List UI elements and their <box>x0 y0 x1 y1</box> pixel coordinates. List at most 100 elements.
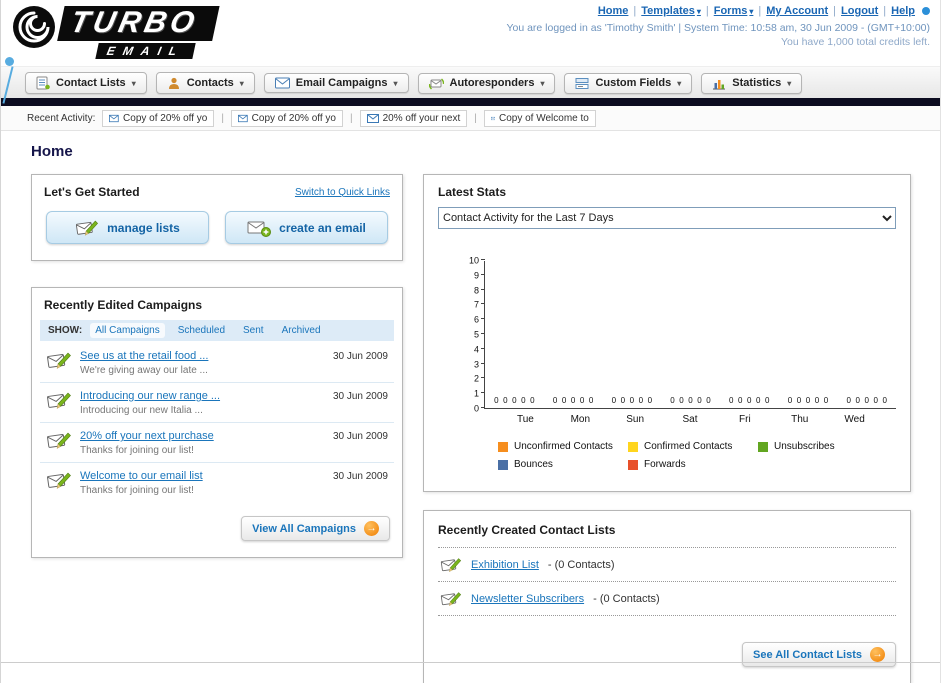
bar-value-label: 0 <box>494 396 499 405</box>
see-all-contact-lists-button[interactable]: See All Contact Lists → <box>741 642 896 667</box>
pencil-envelope-icon <box>440 558 462 573</box>
tab-contact-lists[interactable]: Contact Lists ▾ <box>25 72 147 94</box>
legend-label: Confirmed Contacts <box>644 441 733 452</box>
manage-lists-label: manage lists <box>107 220 180 235</box>
chart-x-label: Fri <box>739 414 751 425</box>
link-separator: | <box>833 5 837 17</box>
stats-activity-select[interactable]: Contact Activity for the Last 7 Days <box>438 207 896 229</box>
legend-label: Forwards <box>644 459 686 470</box>
tab-contacts[interactable]: Contacts ▾ <box>155 72 255 94</box>
session-info: You are logged in as 'Timothy Smith' | S… <box>506 22 930 34</box>
link-logout[interactable]: Logout <box>841 5 878 17</box>
logo-subtitle: EMAIL <box>95 42 197 59</box>
right-column: Latest Stats Contact Activity for the La… <box>423 174 911 683</box>
recent-activity-item[interactable]: Copy of 20% off yo <box>230 109 343 127</box>
campaign-row[interactable]: See us at the retail food ... We're givi… <box>40 343 394 383</box>
campaign-row[interactable]: Introducing our new range ... Introducin… <box>40 383 394 423</box>
legend-label: Unsubscribes <box>774 441 835 452</box>
create-email-button[interactable]: create an email <box>225 211 388 244</box>
bar-value-label: 0 <box>512 396 517 405</box>
contact-list-row[interactable]: Newsletter Subscribers - (0 Contacts) <box>438 582 896 616</box>
bar-value-label: 0 <box>629 396 635 405</box>
contact-list-rows: Exhibition List - (0 Contacts) Newslette… <box>438 547 896 616</box>
manage-lists-button[interactable]: manage lists <box>46 211 209 244</box>
pencil-envelope-icon <box>47 432 71 449</box>
campaign-title-link[interactable]: 20% off your next purchase <box>80 430 325 442</box>
filter-all-campaigns[interactable]: All Campaigns <box>90 323 165 338</box>
chart-y-tick-label: 9 <box>473 270 479 281</box>
contact-list-link[interactable]: Exhibition List <box>471 559 539 571</box>
chart-y-tick-label: 1 <box>473 388 479 399</box>
campaign-date: 30 Jun 2009 <box>332 471 388 482</box>
envelope-icon <box>490 116 495 120</box>
chart-x-label: Mon <box>570 414 591 425</box>
chip-separator: | <box>474 112 477 124</box>
chart-y-tick-label: 7 <box>473 299 479 310</box>
recent-activity-item[interactable]: Copy of Welcome to <box>483 109 596 127</box>
turbo-email-logo[interactable]: TURBO EMAIL <box>11 4 220 59</box>
campaign-title-link[interactable]: Introducing our new range ... <box>80 390 325 402</box>
contact-lists-title: Recently Created Contact Lists <box>438 523 616 537</box>
campaign-title-link[interactable]: Welcome to our email list <box>80 470 325 482</box>
view-all-campaigns-button[interactable]: View All Campaigns → <box>241 516 390 541</box>
filter-archived[interactable]: Archived <box>277 323 326 338</box>
tab-email-campaigns[interactable]: Email Campaigns ▾ <box>263 73 409 93</box>
activity-item-label: 20% off your next <box>382 112 461 124</box>
chart-day-group: 00000 <box>779 261 838 408</box>
campaign-title-link[interactable]: See us at the retail food ... <box>80 350 325 362</box>
envelope-icon <box>237 114 248 122</box>
legend-swatch <box>758 441 768 452</box>
tab-custom-fields[interactable]: Custom Fields ▾ <box>564 72 693 94</box>
tab-statistics[interactable]: Statistics ▾ <box>701 72 803 94</box>
link-help[interactable]: Help <box>891 5 915 17</box>
campaign-subtitle: Thanks for joining our list! <box>80 485 194 496</box>
link-templates[interactable]: Templates ▾ <box>641 5 701 17</box>
tab-autoresponders[interactable]: Autoresponders ▾ <box>417 72 556 94</box>
chart-y-tick-label: 3 <box>473 359 479 370</box>
link-my-account[interactable]: My Account <box>766 5 828 17</box>
bar-value-label: 0 <box>588 396 594 405</box>
bar-value-label: 0 <box>756 396 761 405</box>
link-separator: | <box>633 5 637 17</box>
chevron-down-icon: ▾ <box>131 78 136 88</box>
switch-quick-links[interactable]: Switch to Quick Links <box>295 187 390 198</box>
tab-label: Statistics <box>732 77 782 89</box>
legend-swatch <box>498 459 508 470</box>
chevron-down-icon: ▾ <box>540 78 545 88</box>
activity-item-label: Copy of 20% off yo <box>251 112 336 124</box>
bar-value-label: 0 <box>679 396 684 405</box>
link-home[interactable]: Home <box>598 5 629 17</box>
bar-value-label: 0 <box>503 396 508 405</box>
campaign-row[interactable]: Welcome to our email list Thanks for joi… <box>40 463 394 502</box>
legend-item: Forwards <box>628 459 758 470</box>
contact-lists-panel: Recently Created Contact Lists Exhibitio… <box>423 510 911 683</box>
contact-list-link[interactable]: Newsletter Subscribers <box>471 593 584 605</box>
bar-value-label: 0 <box>521 396 526 405</box>
pencil-envelope-icon <box>47 392 71 409</box>
bar-value-label: 0 <box>729 396 734 405</box>
bar-value-label: 0 <box>688 396 693 405</box>
legend-swatch <box>628 459 638 470</box>
chip-separator: | <box>349 112 353 124</box>
filter-sent[interactable]: Sent <box>238 323 269 338</box>
campaigns-title: Recently Edited Campaigns <box>44 298 203 312</box>
logo-text: TURBO EMAIL <box>53 6 220 59</box>
chart-day-group: 00000 <box>544 261 603 408</box>
recent-activity-item[interactable]: 20% off your next <box>359 109 468 127</box>
recent-activity-item[interactable]: Copy of 20% off yo <box>102 109 215 127</box>
app-window: TURBO EMAIL Home | Templates ▾ | Forms ▾ |… <box>0 0 941 683</box>
campaign-date: 30 Jun 2009 <box>332 351 388 362</box>
chart-y-tick-label: 4 <box>473 344 479 355</box>
activity-item-label: Copy of Welcome to <box>498 112 589 124</box>
chart-plot-area: 00000000000000000000000000000000000 <box>481 259 896 409</box>
filter-scheduled[interactable]: Scheduled <box>173 323 230 338</box>
bar-value-label: 0 <box>846 396 851 405</box>
contact-list-detail: - (0 Contacts) <box>593 592 660 605</box>
main-nav: Contact Lists ▾ Contacts ▾ Email Campaig… <box>1 66 940 98</box>
contact-list-row[interactable]: Exhibition List - (0 Contacts) <box>438 548 896 582</box>
latest-stats-panel: Latest Stats Contact Activity for the La… <box>423 174 911 492</box>
chart-y-tick-label: 10 <box>468 255 479 266</box>
logo-title: TURBO <box>57 6 220 41</box>
campaign-row[interactable]: 20% off your next purchase Thanks for jo… <box>40 423 394 463</box>
link-forms[interactable]: Forms ▾ <box>714 5 754 17</box>
